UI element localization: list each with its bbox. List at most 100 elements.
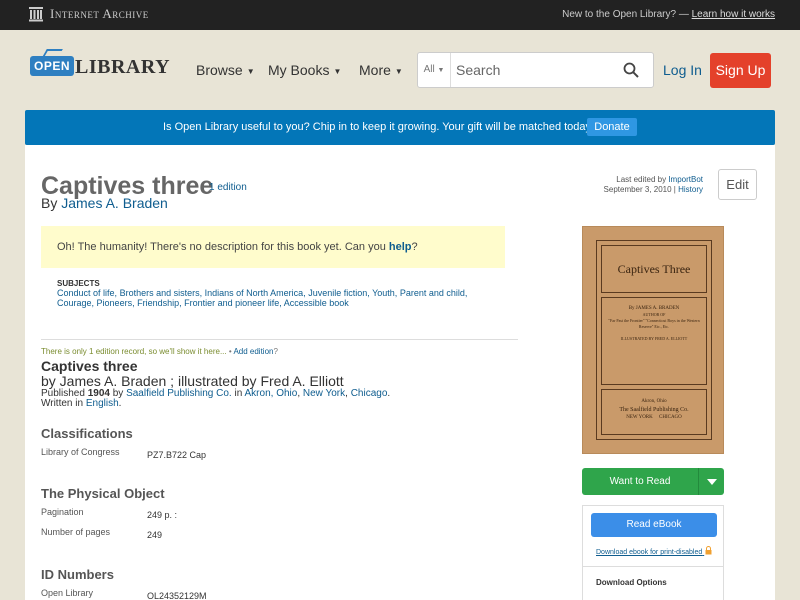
num-pages-key: Number of pages <box>41 527 111 537</box>
library-wordmark: LIBRARY <box>75 56 171 78</box>
id-numbers-heading: ID Numbers <box>41 567 114 582</box>
open-library-id-key: Open Library <box>41 588 94 598</box>
nav-my-books-label: My Books <box>268 62 330 78</box>
nav-more-label: More <box>359 62 391 78</box>
last-edited-info: Last edited by ImportBot September 3, 20… <box>603 175 703 194</box>
cover-border: Captives Three By JAMES A. BRADEN AUTHOR… <box>596 240 712 440</box>
classifications-heading: Classifications <box>41 426 133 441</box>
signup-button[interactable]: Sign Up <box>710 53 771 88</box>
search-box: All ▼ <box>417 52 654 88</box>
internet-archive-bar: Internet Archive New to the Open Library… <box>0 0 800 30</box>
num-pages-value: 249 <box>147 530 163 540</box>
donate-banner: Is Open Library useful to you? Chip in t… <box>25 110 775 145</box>
subject-link[interactable]: Friendship <box>137 298 179 308</box>
download-print-disabled-link[interactable]: Download ebook for print-disabled <box>596 546 712 556</box>
help-link[interactable]: help <box>389 241 412 253</box>
bullet-separator: • <box>228 347 232 356</box>
subject-link[interactable]: Juvenile fiction <box>308 288 367 298</box>
subject-link[interactable]: Frontier and pioneer life <box>184 298 279 308</box>
open-sign: OPEN <box>30 56 74 76</box>
donate-button[interactable]: Donate <box>587 118 637 136</box>
section-divider <box>41 339 518 340</box>
internet-archive-logo[interactable]: Internet Archive <box>28 6 149 22</box>
want-to-read-button[interactable]: Want to Read <box>582 468 724 495</box>
subject-link[interactable]: Indians of North America <box>205 288 304 298</box>
search-icon[interactable] <box>623 62 639 78</box>
edit-button[interactable]: Edit <box>718 169 757 200</box>
book-page: Captives three 1 edition By James A. Bra… <box>25 145 775 600</box>
work-byline: By James A. Braden <box>41 195 168 211</box>
want-to-read-label: Want to Read <box>609 476 671 487</box>
download-options-heading[interactable]: Download Options <box>596 578 667 587</box>
edition-title: Captives three <box>41 358 138 374</box>
internet-archive-text: Internet Archive <box>50 6 149 21</box>
chevron-down-icon: ▼ <box>394 66 403 76</box>
archive-building-icon <box>29 7 43 22</box>
nav-browse[interactable]: Browse ▼ <box>196 62 255 78</box>
cover-title: Captives Three <box>601 245 707 293</box>
publish-place-link[interactable]: Akron, Ohio <box>245 388 298 399</box>
read-ebook-button[interactable]: Read eBook <box>591 513 717 537</box>
cover-city: Akron, Ohio <box>641 399 667 404</box>
cover-cities: NEW YORK CHICAGO <box>626 415 682 420</box>
new-to-ol-text: New to the Open Library? — <box>562 9 689 20</box>
subject-link[interactable]: Pioneers <box>97 298 133 308</box>
subject-link[interactable]: Parent and child <box>400 288 465 298</box>
cover-author-block: By JAMES A. BRADEN AUTHOR OF "Far Past t… <box>601 297 707 385</box>
lock-icon <box>705 546 712 555</box>
physical-object-heading: The Physical Object <box>41 486 165 501</box>
subject-link[interactable]: Accessible book <box>284 298 349 308</box>
pagination-value: 249 p. : <box>147 510 178 520</box>
subjects-list: Conduct of life, Brothers and sisters, I… <box>57 288 468 308</box>
author-link[interactable]: James A. Braden <box>61 195 168 211</box>
add-edition-q: ? <box>273 347 278 356</box>
chevron-down-icon: ▼ <box>437 67 445 74</box>
search-scope-label: All <box>423 64 435 75</box>
download-print-disabled-label: Download ebook for print-disabled <box>596 549 703 556</box>
written-in-prefix: Written in <box>41 398 84 409</box>
only-edition-notice: There is only 1 edition record, so we'll… <box>41 347 278 356</box>
lc-key: Library of Congress <box>41 447 120 457</box>
learn-how-link[interactable]: Learn how it works <box>692 9 775 20</box>
new-to-ol-notice: New to the Open Library? — Learn how it … <box>562 9 775 20</box>
history-link[interactable]: History <box>678 185 703 194</box>
open-library-logo[interactable]: OPEN LIBRARY <box>30 50 170 90</box>
search-scope-select[interactable]: All ▼ <box>418 53 451 87</box>
read-options-panel: Read eBook Download ebook for print-disa… <box>582 505 724 600</box>
last-edited-user-link[interactable]: ImportBot <box>668 175 703 184</box>
lc-value: PZ7.B722 Cap <box>147 450 207 460</box>
subject-link[interactable]: Courage <box>57 298 92 308</box>
chevron-down-icon: ▼ <box>246 66 255 76</box>
by-prefix: By <box>41 195 58 211</box>
add-edition-link[interactable]: Add edition <box>233 347 273 356</box>
pagination-key: Pagination <box>41 507 84 517</box>
nav-more[interactable]: More ▼ <box>359 62 403 78</box>
last-edited-prefix: Last edited by <box>616 175 667 184</box>
subject-link[interactable]: Youth <box>372 288 395 298</box>
no-description-end: ? <box>411 241 418 253</box>
panel-divider <box>583 566 723 567</box>
book-cover[interactable]: Captives Three By JAMES A. BRADEN AUTHOR… <box>582 226 724 454</box>
publish-place-link[interactable]: New York <box>303 388 345 399</box>
cover-illustrator: ILLUSTRATED BY FRED A. ELLIOTT <box>620 336 688 341</box>
only-edition-text: There is only 1 edition record, so we'll… <box>41 347 227 356</box>
subject-link[interactable]: Brothers and sisters <box>120 288 200 298</box>
editions-link[interactable]: 1 edition <box>209 182 247 193</box>
publisher-link[interactable]: Saalfield Publishing Co. <box>126 388 232 399</box>
written-in: Written in English. <box>41 398 122 409</box>
login-link[interactable]: Log In <box>663 62 702 78</box>
subjects-label: SUBJECTS <box>57 279 100 288</box>
reading-list-dropdown[interactable] <box>698 468 724 495</box>
nav-browse-label: Browse <box>196 62 243 78</box>
nav-my-books[interactable]: My Books ▼ <box>268 62 341 78</box>
publish-place-link[interactable]: Chicago <box>351 388 388 399</box>
cover-publisher: The Saalfield Publishing Co. <box>619 407 689 413</box>
edition-byline: by James A. Braden ; illustrated by Fred… <box>41 373 344 389</box>
subject-link[interactable]: Conduct of life <box>57 288 115 298</box>
chevron-down-icon: ▼ <box>333 66 342 76</box>
donate-text: Is Open Library useful to you? Chip in t… <box>163 121 595 133</box>
language-link[interactable]: English <box>86 398 119 409</box>
published-in-word: in <box>234 388 243 399</box>
cover-publisher-block: Akron, Ohio The Saalfield Publishing Co.… <box>601 389 707 435</box>
search-input[interactable] <box>456 61 606 79</box>
